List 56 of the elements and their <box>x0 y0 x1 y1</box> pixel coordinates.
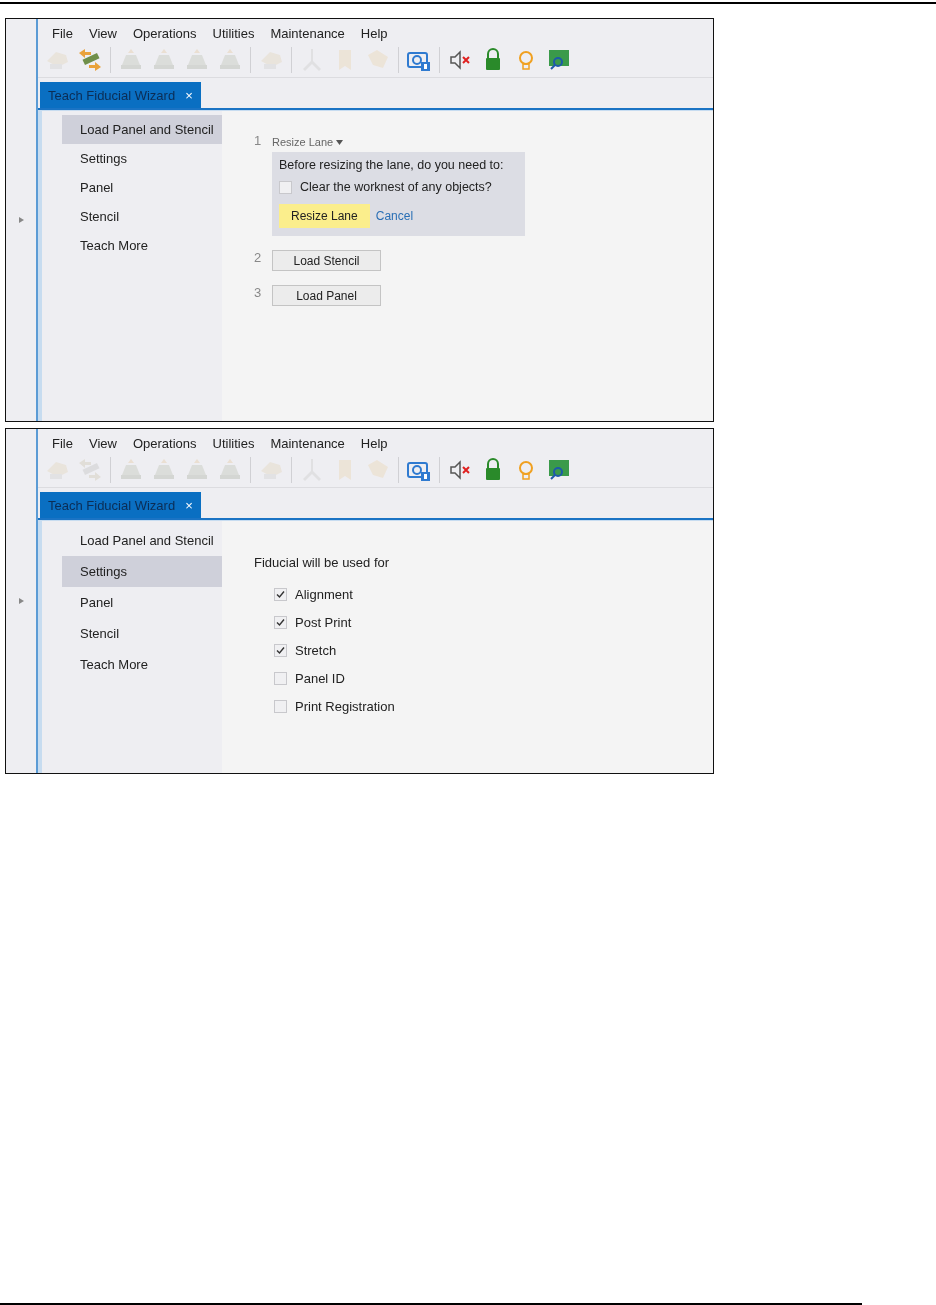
resize-dropdown[interactable]: Resize Lane <box>272 136 344 148</box>
sidebar-item[interactable]: Load Panel and Stencil <box>62 115 222 144</box>
checkbox-label: Post Print <box>295 614 352 630</box>
checkbox[interactable] <box>274 671 287 685</box>
arrows-icon[interactable] <box>77 47 103 73</box>
menu-item[interactable]: Help <box>352 433 396 453</box>
tab[interactable]: Teach Fiducial Wizard × <box>40 82 201 108</box>
sidebar-item[interactable]: Settings <box>62 556 222 587</box>
menu-item[interactable]: Maintenance <box>262 23 353 43</box>
step-button[interactable]: Load Stencil <box>272 250 381 271</box>
cancel-link[interactable]: Cancel <box>375 209 414 223</box>
checkbox-label: Stretch <box>295 642 337 658</box>
step-button[interactable]: Load Panel <box>272 285 381 306</box>
tab[interactable]: Teach Fiducial Wizard × <box>40 492 201 518</box>
menu-item[interactable]: Help <box>352 23 396 43</box>
speaker-muted-icon[interactable] <box>447 457 473 483</box>
speaker-muted-icon[interactable] <box>447 47 473 73</box>
expand-arrow-icon[interactable] <box>18 217 24 223</box>
step-number: 2 <box>254 250 263 267</box>
menu-item[interactable]: View <box>80 23 125 43</box>
sidebar-item[interactable]: Settings <box>62 144 222 173</box>
menu-item[interactable]: File <box>44 433 81 453</box>
sidebar-item[interactable]: Stencil <box>62 618 222 649</box>
sidebar-item[interactable]: Panel <box>62 587 222 618</box>
menu-item[interactable]: View <box>80 433 125 453</box>
step-number: 3 <box>254 285 263 302</box>
checkbox[interactable] <box>274 643 287 657</box>
close-tab-button[interactable]: × <box>185 497 193 513</box>
resize-lane-button[interactable]: Resize Lane <box>279 204 370 228</box>
menu-item[interactable]: Operations <box>124 433 205 453</box>
checkbox-label: Alignment <box>295 586 353 602</box>
menu-item[interactable]: Utilities <box>204 433 263 453</box>
checkbox[interactable] <box>274 615 287 629</box>
checkbox[interactable] <box>274 587 287 601</box>
tab-label: Teach Fiducial Wizard <box>48 87 176 103</box>
checkbox[interactable] <box>274 699 287 713</box>
menu-item[interactable]: Utilities <box>204 23 263 43</box>
tab-label: Teach Fiducial Wizard <box>48 497 176 513</box>
menu-item[interactable]: Operations <box>124 23 205 43</box>
menu-item[interactable]: File <box>44 23 81 43</box>
sidebar-item[interactable]: Teach More <box>62 231 222 260</box>
close-tab-button[interactable]: × <box>185 87 193 103</box>
checkbox-label: Panel ID <box>295 670 345 686</box>
step-number: 1 <box>254 133 263 150</box>
expand-arrow-icon[interactable] <box>18 598 24 604</box>
checkbox-label: Clear the worknest of any objects? <box>300 180 492 194</box>
checkbox-label: Print Registration <box>295 698 395 714</box>
menu-item[interactable]: Maintenance <box>262 433 353 453</box>
sidebar-item[interactable]: Load Panel and Stencil <box>62 525 222 556</box>
checkbox[interactable] <box>279 180 292 194</box>
sidebar-item[interactable]: Stencil <box>62 202 222 231</box>
popup-question: Before resizing the lane, do you need to: <box>279 158 505 172</box>
caret-icon <box>336 139 344 145</box>
sidebar-item[interactable]: Panel <box>62 173 222 202</box>
sidebar-item[interactable]: Teach More <box>62 649 222 680</box>
section-heading: Fiducial will be used for <box>254 555 391 570</box>
